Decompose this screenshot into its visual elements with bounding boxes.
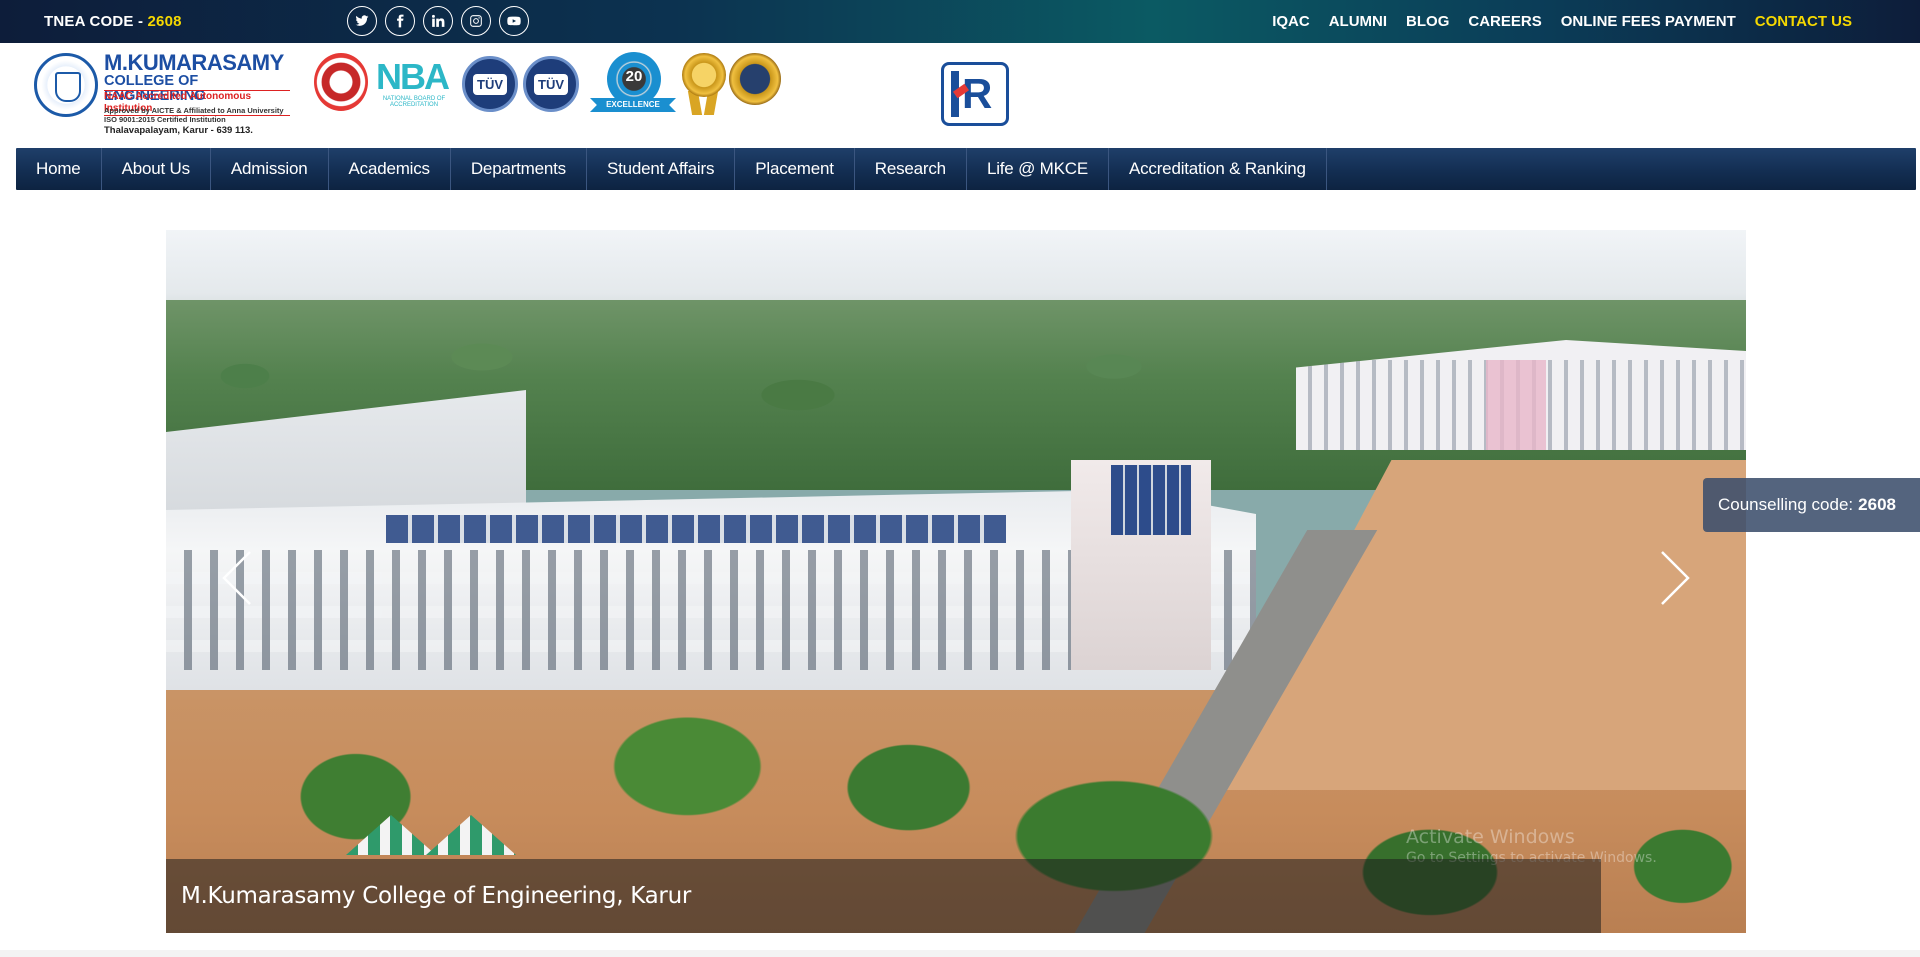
brand-approval: Approved by AICTE & Affiliated to Anna U… [104,106,284,115]
slider-prev-arrow-icon[interactable] [220,550,254,606]
main-nav: Home About Us Admission Academics Depart… [16,148,1916,190]
tnea-code-value: 2608 [147,13,182,30]
tuv-text: TÜV [534,73,568,95]
brand-address: Thalavapalayam, Karur - 639 113. [104,125,253,136]
tuv-text: TÜV [473,73,507,95]
naac-logo-icon [314,53,368,111]
counselling-label: Counselling code: [1718,495,1854,514]
excellence-years: 20 [625,68,643,85]
top-link-blog[interactable]: BLOG [1406,13,1449,30]
nav-item-accreditation-ranking[interactable]: Accreditation & Ranking [1109,148,1327,190]
page-bottom-strip [0,950,1920,957]
top-link-careers[interactable]: CAREERS [1468,13,1541,30]
top-link-iqac[interactable]: IQAC [1272,13,1310,30]
nav-item-academics[interactable]: Academics [329,148,451,190]
nba-subtext: NATIONAL BOARD OF ACCREDITATION [382,96,446,108]
nav-item-research[interactable]: Research [855,148,967,190]
instagram-icon[interactable] [461,6,491,36]
tuv-logo-icon: TÜV [462,56,518,112]
counselling-code-tab[interactable]: Counselling code: 2608 [1703,478,1920,532]
nba-text: NBA [376,56,450,97]
linkedin-icon[interactable] [423,6,453,36]
slide-caption-bar: M.Kumarasamy College of Engineering, Kar… [166,859,1601,933]
nav-item-life-at-mkce[interactable]: Life @ MKCE [967,148,1109,190]
brand-iso: ISO 9001:2015 Certified Institution [104,115,226,124]
tnea-label: TNEA CODE - [44,13,148,30]
gold-medal-icon [680,53,728,115]
youtube-icon[interactable] [499,6,529,36]
slide-caption: M.Kumarasamy College of Engineering, Kar… [181,883,692,909]
nav-item-admission[interactable]: Admission [211,148,329,190]
header: M.KUMARASAMY COLLEGE OF ENGINEERING NAAC… [0,43,1920,148]
top-link-contact-us[interactable]: CONTACT US [1755,13,1852,30]
kr-logo-letter: R [962,70,993,117]
top-link-online-fees-payment[interactable]: ONLINE FEES PAYMENT [1561,13,1736,30]
facebook-icon[interactable] [385,6,415,36]
kr-logo-icon[interactable]: R [941,62,1009,126]
counselling-code: 2608 [1858,495,1896,514]
excellence-badge-icon: 20 EXCELLENCE [590,52,676,118]
hero-slider: Activate Windows Go to Settings to activ… [166,230,1746,933]
watermark-line1: Activate Windows [1406,826,1575,848]
college-logo[interactable]: M.KUMARASAMY COLLEGE OF ENGINEERING NAAC… [34,50,290,144]
social-links [347,6,529,36]
tuv-logo-icon: TÜV [523,56,579,112]
nav-item-placement[interactable]: Placement [735,148,855,190]
top-bar: TNEA CODE - 2608 IQAC ALUMNI BLOG CAREER… [0,0,1920,43]
top-link-alumni[interactable]: ALUMNI [1329,13,1387,30]
nav-item-home[interactable]: Home [16,148,102,190]
nba-logo-icon: NBA NATIONAL BOARD OF ACCREDITATION [374,56,452,108]
tnea-code: TNEA CODE - 2608 [44,13,182,30]
top-links: IQAC ALUMNI BLOG CAREERS ONLINE FEES PAY… [1272,13,1852,30]
brand-name: M.KUMARASAMY [104,50,284,75]
college-crest-icon [34,53,98,117]
award-seal-icon [729,53,781,105]
nav-item-student-affairs[interactable]: Student Affairs [587,148,736,190]
nav-item-about-us[interactable]: About Us [102,148,211,190]
twitter-icon[interactable] [347,6,377,36]
excellence-label: EXCELLENCE [606,100,660,109]
nav-item-departments[interactable]: Departments [451,148,587,190]
slider-next-arrow-icon[interactable] [1658,550,1692,606]
